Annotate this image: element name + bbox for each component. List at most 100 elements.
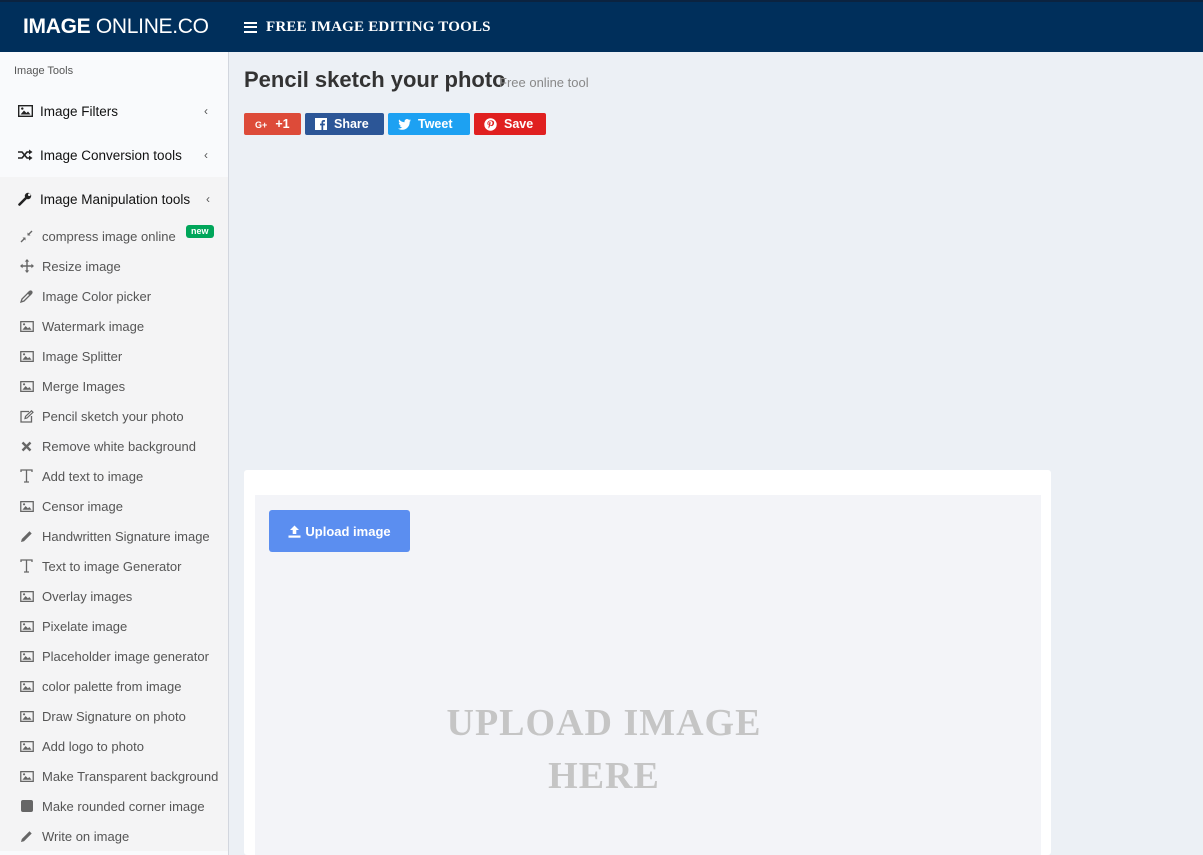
sidebar-item-text-to-image[interactable]: Text to image Generator — [0, 551, 228, 581]
sidebar-item-compress-image[interactable]: compress image online new — [0, 221, 228, 251]
arrows-move-icon — [19, 259, 34, 273]
menu-image-filters[interactable]: Image Filters ‹ — [0, 89, 228, 133]
picture-icon — [19, 680, 34, 693]
pinterest-label: Save — [504, 117, 534, 131]
sidebar-item-remove-white-background[interactable]: Remove white background — [0, 431, 228, 461]
nav-title: FREE IMAGE EDITING TOOLS — [266, 18, 491, 35]
sidebar-item-rounded-corner[interactable]: Make rounded corner image — [0, 791, 228, 821]
picture-icon — [19, 650, 34, 663]
sidebar-item-draw-signature[interactable]: Draw Signature on photo — [0, 701, 228, 731]
facebook-label: Share — [334, 117, 369, 131]
sidebar-item-merge-images[interactable]: Merge Images — [0, 371, 228, 401]
dropzone-hint: UPLOAD IMAGE HERE — [404, 697, 804, 803]
menu-label: Image Filters — [40, 103, 119, 119]
compress-icon — [19, 230, 34, 243]
pencil-icon — [19, 830, 34, 843]
sidebar-item-label: Resize image — [42, 258, 121, 274]
sidebar-item-label: color palette from image — [42, 678, 182, 694]
logo-bold-text: IMAGE — [23, 15, 91, 38]
sidebar-item-label: Image Splitter — [42, 348, 123, 364]
sidebar-item-label: Add logo to photo — [42, 738, 144, 754]
sidebar-item-label: Overlay images — [42, 588, 133, 604]
rounded-square-icon — [19, 800, 34, 813]
dropzone-hint-line2: HERE — [548, 755, 660, 797]
logo[interactable]: IMAGE ONLINE.CO — [0, 15, 228, 39]
picture-icon — [19, 590, 34, 603]
sidebar-item-label: Censor image — [42, 498, 123, 514]
sidebar-item-label: Draw Signature on photo — [42, 708, 186, 724]
new-badge: new — [186, 225, 214, 238]
sidebar-item-pixelate-image[interactable]: Pixelate image — [0, 611, 228, 641]
sidebar-item-label: Pencil sketch your photo — [42, 408, 184, 424]
twitter-share-button[interactable]: Tweet — [388, 113, 470, 135]
sidebar-item-label: Pixelate image — [42, 618, 128, 634]
edit-icon — [19, 409, 34, 423]
chevron-left-icon: ‹ — [206, 192, 210, 206]
sidebar-item-overlay-images[interactable]: Overlay images — [0, 581, 228, 611]
picture-icon — [17, 104, 33, 118]
picture-icon — [19, 320, 34, 333]
logo-light-text: ONLINE.CO — [90, 15, 209, 38]
menu-label: Image Manipulation tools — [40, 191, 191, 207]
sidebar-item-label: Placeholder image generator — [42, 648, 209, 664]
menu-image-conversion[interactable]: Image Conversion tools ‹ — [0, 133, 228, 177]
sidebar-item-resize-image[interactable]: Resize image — [0, 251, 228, 281]
upload-button-label: Upload image — [305, 523, 391, 539]
gplus-label: +1 — [275, 117, 290, 131]
sidebar-item-add-logo[interactable]: Add logo to photo — [0, 731, 228, 761]
sidebar-item-label: Make Transparent background — [42, 768, 219, 784]
sidebar-item-label: Handwritten Signature image — [42, 528, 210, 544]
google-plus-icon: G+ — [255, 120, 268, 129]
sidebar-item-label: Watermark image — [42, 318, 145, 334]
facebook-icon — [315, 118, 327, 130]
sidebar-item-censor-image[interactable]: Censor image — [0, 491, 228, 521]
eyedropper-icon — [19, 289, 34, 303]
sidebar-toggle[interactable]: FREE IMAGE EDITING TOOLS — [244, 19, 491, 36]
pinterest-icon — [484, 117, 497, 131]
upload-image-button[interactable]: Upload image — [269, 510, 410, 552]
sidebar-item-pencil-sketch[interactable]: Pencil sketch your photo — [0, 401, 228, 431]
sidebar-header: Image Tools — [14, 65, 74, 77]
upload-icon — [288, 525, 301, 538]
sidebar-item-add-text[interactable]: Add text to image — [0, 461, 228, 491]
sidebar-item-label: compress image online — [42, 228, 176, 244]
facebook-share-button[interactable]: Share — [305, 113, 384, 135]
sidebar-item-label: Text to image Generator — [42, 558, 182, 574]
picture-icon — [19, 770, 34, 783]
pinterest-save-button[interactable]: Save — [474, 113, 546, 135]
sidebar-item-image-splitter[interactable]: Image Splitter — [0, 341, 228, 371]
sidebar-item-placeholder-generator[interactable]: Placeholder image generator — [0, 641, 228, 671]
text-icon — [19, 469, 34, 483]
hamburger-icon — [244, 21, 257, 33]
text-icon — [19, 559, 34, 573]
twitter-icon — [398, 118, 411, 130]
random-icon — [17, 148, 33, 162]
picture-icon — [19, 380, 34, 393]
picture-icon — [19, 350, 34, 363]
menu-label: Image Conversion tools — [40, 147, 182, 163]
sidebar-item-transparent-background[interactable]: Make Transparent background — [0, 761, 228, 791]
gplus-share-button[interactable]: G+ +1 — [244, 113, 301, 135]
picture-icon — [19, 740, 34, 753]
sidebar: Image Tools Image Filters ‹ Image Conver… — [0, 52, 229, 855]
menu-image-manipulation[interactable]: Image Manipulation tools ‹ — [0, 177, 228, 221]
manipulation-submenu: compress image online new Resize image I… — [0, 221, 228, 851]
picture-icon — [19, 500, 34, 513]
sidebar-item-label: Add text to image — [42, 468, 144, 484]
twitter-label: Tweet — [418, 117, 453, 131]
wrench-icon — [17, 192, 33, 206]
sidebar-item-label: Write on image — [42, 828, 130, 844]
sidebar-item-watermark-image[interactable]: Watermark image — [0, 311, 228, 341]
dropzone-hint-line1: UPLOAD IMAGE — [446, 702, 762, 744]
pencil-icon — [19, 530, 34, 543]
sidebar-item-label: Image Color picker — [42, 288, 152, 304]
sidebar-item-label: Merge Images — [42, 378, 126, 394]
page-subtitle: Free online tool — [499, 75, 589, 90]
sidebar-item-color-picker[interactable]: Image Color picker — [0, 281, 228, 311]
close-icon — [19, 440, 34, 453]
sidebar-item-label: Make rounded corner image — [42, 798, 205, 814]
sidebar-item-handwritten-signature[interactable]: Handwritten Signature image — [0, 521, 228, 551]
sidebar-item-write-on-image[interactable]: Write on image — [0, 821, 228, 851]
sidebar-item-color-palette[interactable]: color palette from image — [0, 671, 228, 701]
chevron-left-icon: ‹ — [204, 104, 208, 118]
